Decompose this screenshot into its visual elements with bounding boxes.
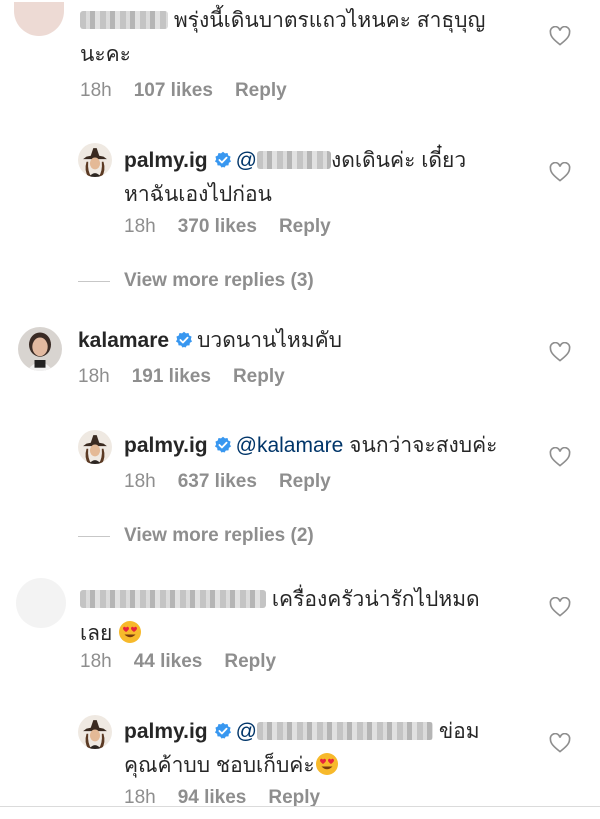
verified-badge-icon	[175, 331, 193, 349]
avatar[interactable]	[78, 143, 112, 177]
likes-count[interactable]: 107 likes	[134, 80, 213, 102]
heart-outline-icon[interactable]	[549, 733, 571, 753]
bottom-divider	[0, 806, 600, 807]
comment-time: 18h	[80, 80, 112, 101]
username[interactable]: kalamare	[78, 329, 169, 352]
comment-time: 18h	[124, 216, 156, 237]
likes-count[interactable]: 637 likes	[178, 471, 257, 493]
reply-button[interactable]: Reply	[279, 216, 331, 238]
heart-outline-icon[interactable]	[549, 447, 571, 467]
reply-button[interactable]: Reply	[224, 651, 276, 673]
heart-outline-icon[interactable]	[549, 342, 571, 362]
comment-text: palmy.ig @kalamare จนกว่าจะสงบค่ะ	[124, 434, 498, 457]
likes-count[interactable]: 370 likes	[178, 216, 257, 238]
mention[interactable]: @	[236, 149, 257, 172]
comment-time: 18h	[78, 366, 110, 387]
mention[interactable]: @kalamare	[236, 434, 344, 457]
comment-time: 18h	[80, 651, 112, 672]
username[interactable]: palmy.ig	[124, 149, 208, 172]
comment-text: palmy.ig @ งดเดินค่ะ เดี๋ยว หาฉันเองไปก่อน	[124, 149, 467, 206]
divider	[78, 280, 110, 282]
heart-eyes-emoji	[315, 752, 339, 776]
blurred-mention	[256, 722, 433, 740]
verified-badge-icon	[214, 722, 232, 740]
comment-text: เครื่องครัวน่ารักไปหมด เลย	[80, 588, 480, 645]
avatar[interactable]	[14, 2, 64, 36]
username[interactable]: palmy.ig	[124, 434, 208, 457]
likes-count[interactable]: 44 likes	[134, 651, 203, 673]
view-more-replies-button[interactable]: View more replies (2)	[78, 525, 314, 547]
divider	[78, 535, 110, 537]
heart-eyes-emoji	[118, 620, 142, 644]
username[interactable]: palmy.ig	[124, 720, 208, 743]
blurred-username[interactable]	[80, 11, 168, 29]
comment-meta: 18h 637 likes Reply	[124, 471, 331, 493]
blurred-username[interactable]	[80, 590, 266, 608]
heart-outline-icon[interactable]	[549, 162, 571, 182]
verified-badge-icon	[214, 151, 232, 169]
heart-outline-icon[interactable]	[549, 597, 571, 617]
avatar[interactable]	[16, 578, 66, 628]
reply-button[interactable]: Reply	[235, 80, 287, 102]
avatar[interactable]	[18, 327, 62, 371]
mention[interactable]: @	[236, 720, 257, 743]
comment-time: 18h	[124, 471, 156, 492]
comment-text: palmy.ig @ ข่อม คุณค้าบบ ชอบเก็บค่ะ	[124, 720, 480, 777]
verified-badge-icon	[214, 436, 232, 454]
comment-meta: 18h 191 likes Reply	[78, 366, 285, 388]
comment-meta: 18h 44 likes Reply	[80, 651, 276, 673]
comment-meta: 18h 107 likes Reply	[80, 80, 287, 102]
comment-meta: 18h 370 likes Reply	[124, 216, 331, 238]
reply-button[interactable]: Reply	[279, 471, 331, 493]
likes-count[interactable]: 191 likes	[132, 366, 211, 388]
blurred-mention	[256, 151, 331, 169]
avatar[interactable]	[78, 430, 112, 464]
heart-outline-icon[interactable]	[549, 26, 571, 46]
comment-text: พรุ่งนี้เดินบาตรแถวไหนคะ สาธุบุญ นะคะ	[80, 9, 486, 66]
comment-text: kalamare บวดนานไหมคับ	[78, 329, 342, 352]
view-more-replies-button[interactable]: View more replies (3)	[78, 270, 314, 292]
reply-button[interactable]: Reply	[233, 366, 285, 388]
avatar[interactable]	[78, 715, 112, 749]
